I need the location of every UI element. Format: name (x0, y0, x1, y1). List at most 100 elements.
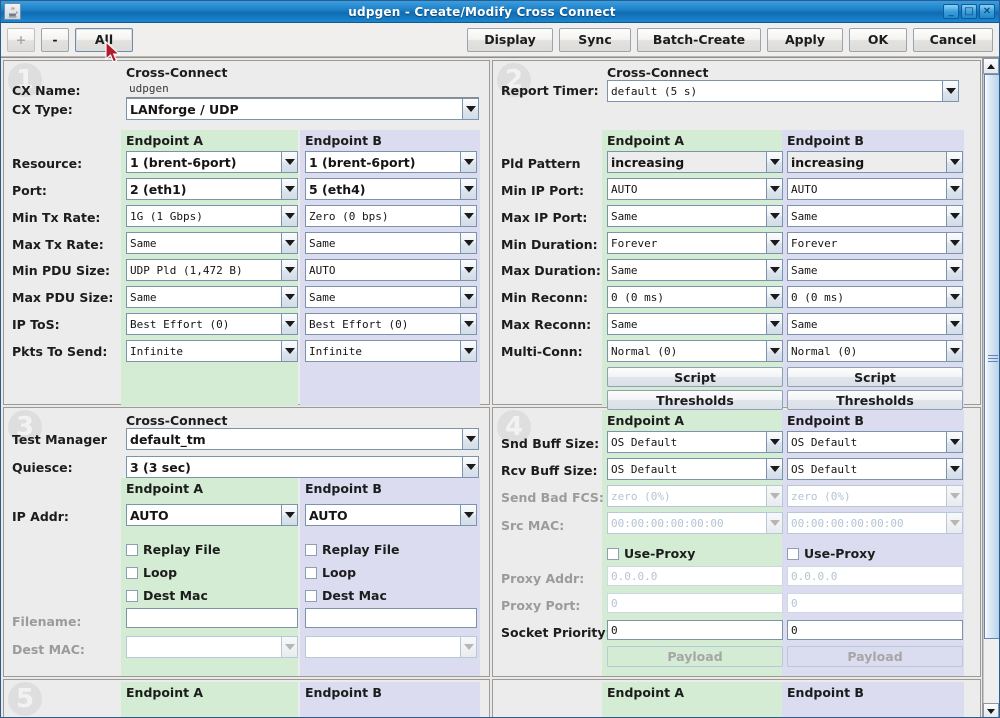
maximize-button[interactable]: □ (961, 4, 977, 19)
chevron-down-icon[interactable] (460, 636, 477, 658)
sync-button[interactable]: Sync (559, 27, 631, 52)
max-duration-b-select[interactable]: Same (787, 259, 963, 281)
chevron-down-icon[interactable] (766, 431, 783, 453)
display-button[interactable]: Display (467, 27, 553, 52)
ip-tos-b-select[interactable]: Best Effort (0) (305, 313, 477, 335)
chevron-down-icon[interactable] (946, 512, 963, 534)
multi-conn-a-select[interactable]: Normal (0) (607, 340, 783, 362)
test-manager-select[interactable]: default_tm (126, 428, 479, 450)
chevron-down-icon[interactable] (281, 178, 298, 200)
chevron-down-icon[interactable] (766, 512, 783, 534)
chevron-down-icon[interactable] (946, 458, 963, 480)
chevron-down-icon[interactable] (766, 485, 783, 507)
send-bad-fcs-b-select[interactable]: zero (0%) (787, 485, 963, 507)
loop-a-checkbox[interactable]: Loop (126, 565, 177, 580)
chevron-down-icon[interactable] (946, 259, 963, 281)
loop-b-checkbox[interactable]: Loop (305, 565, 356, 580)
chevron-down-icon[interactable] (946, 431, 963, 453)
chevron-down-icon[interactable] (460, 232, 477, 254)
chevron-down-icon[interactable] (281, 232, 298, 254)
thresholds-b-button[interactable]: Thresholds (787, 390, 963, 410)
chevron-down-icon[interactable] (460, 151, 477, 173)
all-button[interactable]: All (75, 27, 133, 52)
chevron-down-icon[interactable] (460, 313, 477, 335)
pkts-to-send-b-select[interactable]: Infinite (305, 340, 477, 362)
script-b-button[interactable]: Script (787, 367, 963, 387)
max-pdu-size-a-select[interactable]: Same (126, 286, 298, 308)
min-ip-port-b-select[interactable]: AUTO (787, 178, 963, 200)
chevron-down-icon[interactable] (460, 205, 477, 227)
chevron-down-icon[interactable] (946, 205, 963, 227)
batch-create-button[interactable]: Batch-Create (637, 27, 761, 52)
chevron-down-icon[interactable] (766, 151, 783, 173)
max-tx-rate-b-select[interactable]: Same (305, 232, 477, 254)
min-tx-rate-a-select[interactable]: 1G (1 Gbps) (126, 205, 298, 227)
chevron-down-icon[interactable] (462, 428, 479, 450)
max-ip-port-b-select[interactable]: Same (787, 205, 963, 227)
filename-b-input[interactable] (305, 608, 477, 628)
cancel-button[interactable]: Cancel (913, 27, 993, 52)
filename-a-input[interactable] (126, 608, 298, 628)
chevron-down-icon[interactable] (766, 178, 783, 200)
minimize-button[interactable]: _ (943, 4, 959, 19)
replay-file-a-checkbox[interactable]: Replay File (126, 542, 220, 557)
chevron-down-icon[interactable] (766, 340, 783, 362)
thresholds-a-button[interactable]: Thresholds (607, 390, 783, 410)
max-reconn-b-select[interactable]: Same (787, 313, 963, 335)
dest-mac-a-select[interactable] (126, 636, 298, 658)
min-pdu-size-b-select[interactable]: AUTO (305, 259, 477, 281)
ip-tos-a-select[interactable]: Best Effort (0) (126, 313, 298, 335)
min-tx-rate-b-select[interactable]: Zero (0 bps) (305, 205, 477, 227)
dest-mac-b-select[interactable] (305, 636, 477, 658)
chevron-down-icon[interactable] (946, 178, 963, 200)
dest-mac-a-checkbox[interactable]: Dest Mac (126, 588, 208, 603)
chevron-down-icon[interactable] (281, 151, 298, 173)
chevron-down-icon[interactable] (281, 259, 298, 281)
chevron-down-icon[interactable] (462, 456, 479, 478)
payload-a-button[interactable]: Payload (607, 646, 783, 667)
snd-buff-size-a-select[interactable]: OS Default (607, 431, 783, 453)
min-pdu-size-a-select[interactable]: UDP Pld (1,472 B) (126, 259, 298, 281)
scroll-down-button[interactable] (983, 703, 999, 717)
vertical-scrollbar[interactable] (982, 57, 999, 717)
chevron-down-icon[interactable] (946, 313, 963, 335)
chevron-down-icon[interactable] (460, 504, 477, 526)
chevron-down-icon[interactable] (766, 286, 783, 308)
proxy-port-a-input[interactable]: 0 (607, 593, 783, 613)
chevron-down-icon[interactable] (766, 259, 783, 281)
src-mac-b-select[interactable]: 00:00:00:00:00:00 (787, 512, 963, 534)
scroll-up-button[interactable] (983, 58, 999, 74)
max-reconn-a-select[interactable]: Same (607, 313, 783, 335)
payload-b-button[interactable]: Payload (787, 646, 963, 667)
chevron-down-icon[interactable] (946, 485, 963, 507)
chevron-down-icon[interactable] (462, 98, 479, 120)
port-b-select[interactable]: 5 (eth4) (305, 178, 477, 200)
max-pdu-size-b-select[interactable]: Same (305, 286, 477, 308)
resource-a-select[interactable]: 1 (brent-6port) (126, 151, 298, 173)
multi-conn-b-select[interactable]: Normal (0) (787, 340, 963, 362)
scrollbar-track[interactable] (983, 74, 999, 703)
chevron-down-icon[interactable] (281, 205, 298, 227)
use-proxy-b-checkbox[interactable]: Use-Proxy (787, 546, 875, 561)
src-mac-a-select[interactable]: 00:00:00:00:00:00 (607, 512, 783, 534)
chevron-down-icon[interactable] (281, 636, 298, 658)
ip-addr-b-select[interactable]: AUTO (305, 504, 477, 526)
use-proxy-a-checkbox[interactable]: Use-Proxy (607, 546, 695, 561)
chevron-down-icon[interactable] (281, 340, 298, 362)
chevron-down-icon[interactable] (460, 340, 477, 362)
max-tx-rate-a-select[interactable]: Same (126, 232, 298, 254)
chevron-down-icon[interactable] (946, 286, 963, 308)
quiesce-select[interactable]: 3 (3 sec) (126, 456, 479, 478)
port-a-select[interactable]: 2 (eth1) (126, 178, 298, 200)
proxy-port-b-input[interactable]: 0 (787, 593, 963, 613)
min-ip-port-a-select[interactable]: AUTO (607, 178, 783, 200)
min-reconn-a-select[interactable]: 0 (0 ms) (607, 286, 783, 308)
rcv-buff-size-b-select[interactable]: OS Default (787, 458, 963, 480)
chevron-down-icon[interactable] (766, 205, 783, 227)
socket-priority-b-input[interactable]: 0 (787, 620, 963, 640)
rcv-buff-size-a-select[interactable]: OS Default (607, 458, 783, 480)
report-timer-select[interactable]: default (5 s) (607, 80, 959, 102)
script-a-button[interactable]: Script (607, 367, 783, 387)
resource-b-select[interactable]: 1 (brent-6port) (305, 151, 477, 173)
chevron-down-icon[interactable] (460, 286, 477, 308)
